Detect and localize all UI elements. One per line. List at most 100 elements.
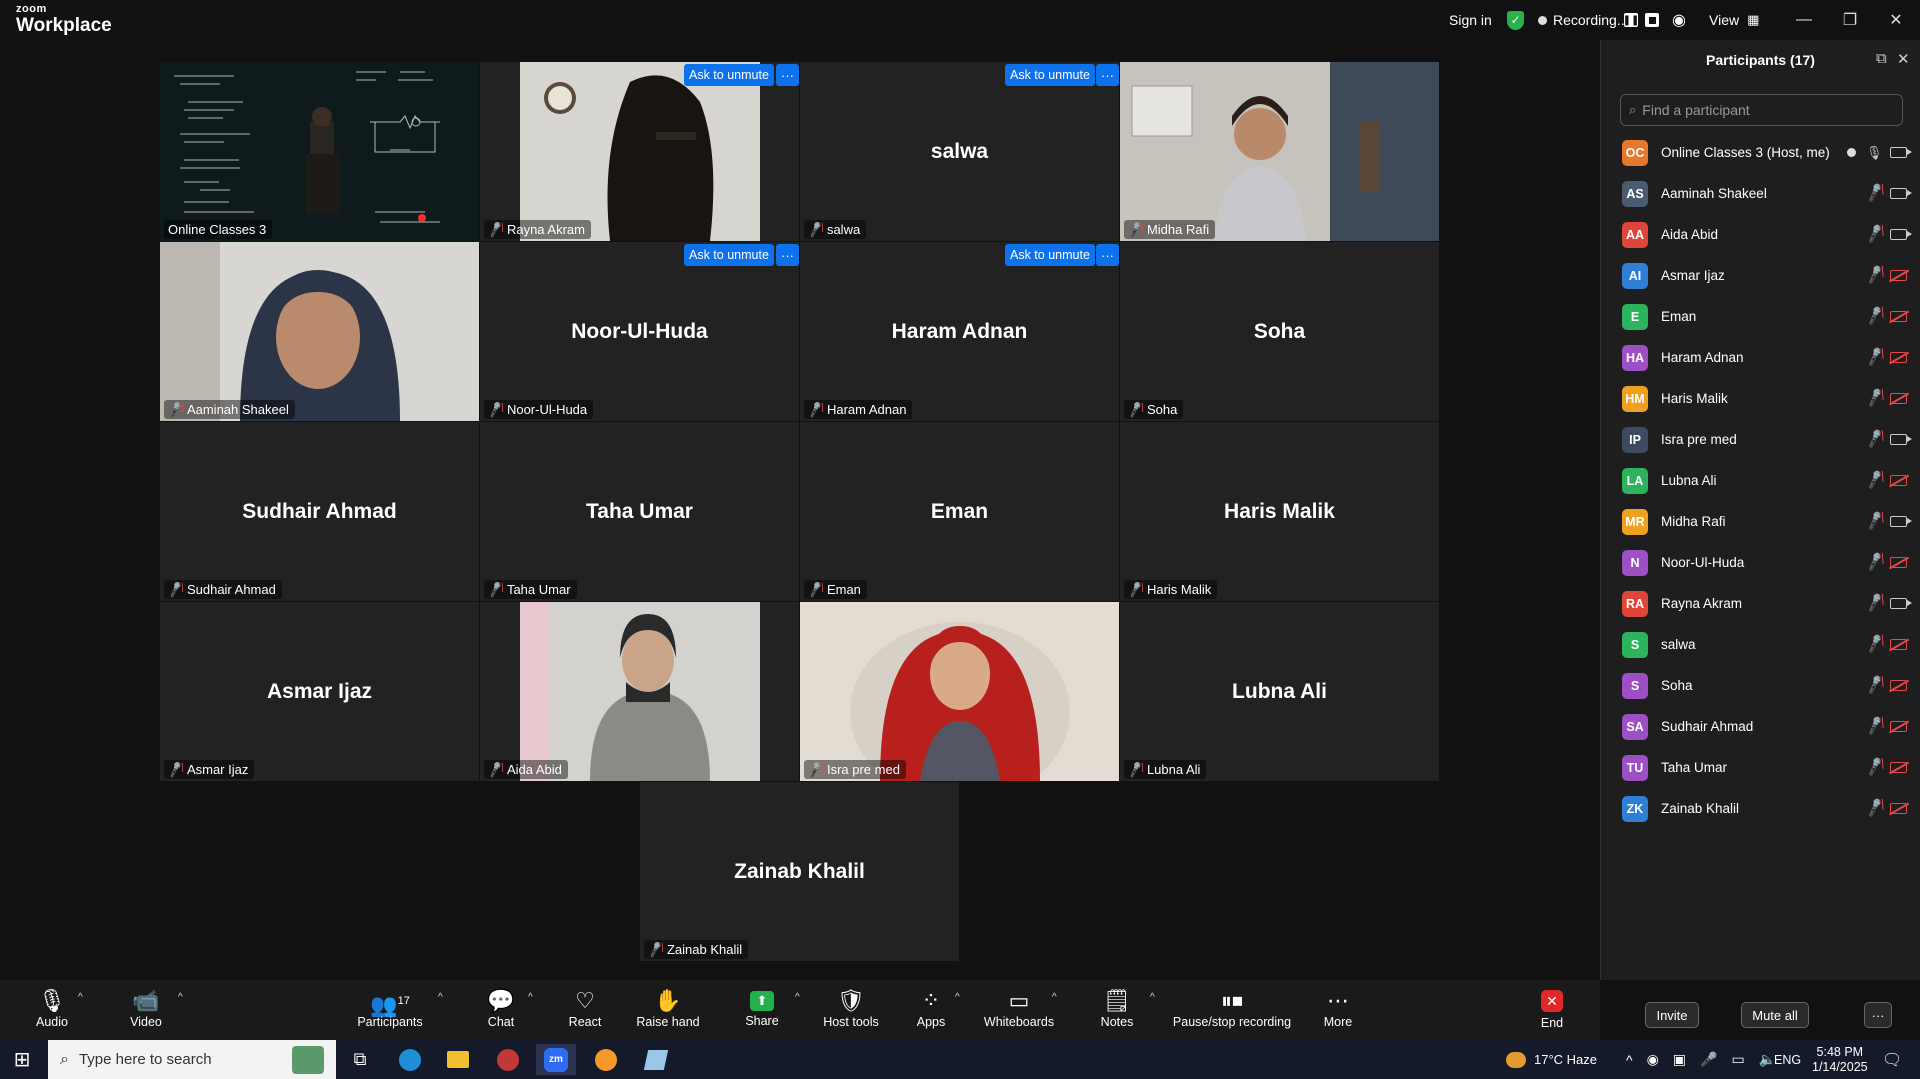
participant-row[interactable]: IP Isra pre med 🎤̸ (1601, 419, 1920, 460)
mic-muted-icon[interactable]: 🎤̸ (1864, 551, 1886, 573)
tile-more-button[interactable]: ··· (1096, 64, 1119, 86)
video-options-caret-icon[interactable]: ^ (178, 992, 183, 1003)
video-tile-isra-pre-med[interactable]: 🎤̸ Isra pre med (800, 602, 1119, 781)
video-tile-zainab-khalil[interactable]: Zainab Khalil 🎤̸ Zainab Khalil (640, 782, 959, 961)
network-icon[interactable]: ▭ (1731, 1051, 1744, 1068)
app-icon[interactable] (488, 1044, 528, 1075)
video-tile-taha-umar[interactable]: Taha Umar 🎤̸ Taha Umar (480, 422, 799, 601)
tray-camera-icon[interactable]: ▣ (1673, 1051, 1686, 1068)
language-indicator[interactable]: ENG (1774, 1040, 1801, 1079)
chat-button[interactable]: 💬 Chat (484, 980, 518, 1040)
video-tile-noor-ul-huda[interactable]: Noor-Ul-Huda 🎤̸ Noor-Ul-Huda Ask to unmu… (480, 242, 799, 421)
participant-row[interactable]: Ssalwa 🎤̸ (1601, 624, 1920, 665)
participant-row[interactable]: E Eman 🎤̸ (1601, 296, 1920, 337)
weather-widget[interactable]: 17°C Haze (1506, 1040, 1597, 1079)
ask-to-unmute-button[interactable]: Ask to unmute (684, 64, 774, 86)
mic-muted-icon[interactable]: 🎤̸ (1864, 223, 1886, 245)
video-on-icon[interactable] (1890, 147, 1912, 158)
participant-row[interactable]: AS Aaminah Shakeel 🎤̸ (1601, 173, 1920, 214)
video-off-icon[interactable] (1890, 680, 1907, 691)
mic-muted-icon[interactable]: 🎤̸ (1864, 715, 1886, 737)
video-tile-midha-rafi[interactable]: 🎤̸ Midha Rafi (1120, 62, 1439, 241)
mic-muted-icon[interactable]: 🎤̸ (1864, 428, 1886, 450)
video-on-icon[interactable] (1890, 229, 1912, 240)
chat-options-caret-icon[interactable]: ^ (528, 992, 533, 1003)
react-button[interactable]: ♡ React (566, 980, 604, 1040)
participant-row[interactable]: AA Aida Abid 🎤̸ (1601, 214, 1920, 255)
participants-options-caret-icon[interactable]: ^ (438, 992, 443, 1003)
mic-muted-icon[interactable]: 🎤̸ (1864, 346, 1886, 368)
notes-options-caret-icon[interactable]: ^ (1150, 992, 1155, 1003)
sign-in-link[interactable]: Sign in (1449, 0, 1492, 40)
document-app-icon[interactable] (636, 1044, 676, 1075)
tile-more-button[interactable]: ··· (776, 244, 799, 266)
video-tile-lubna-ali[interactable]: Lubna Ali 🎤̸ Lubna Ali (1120, 602, 1439, 781)
participant-row[interactable]: LA Lubna Ali 🎤̸ (1601, 460, 1920, 501)
mic-muted-icon[interactable]: 🎤̸ (1864, 633, 1886, 655)
mic-muted-icon[interactable]: 🎤̸ (1864, 510, 1886, 532)
taskbar-search-input[interactable]: ⌕ Type here to search (48, 1040, 336, 1079)
mic-muted-icon[interactable]: 🎤̸ (1864, 674, 1886, 696)
participant-search-input[interactable]: ⌕ Find a participant (1620, 94, 1903, 126)
ask-to-unmute-button[interactable]: Ask to unmute (1005, 244, 1095, 266)
tray-mic-icon[interactable]: 🎤 (1700, 1051, 1717, 1068)
pop-out-icon[interactable]: ⧉ (1876, 50, 1887, 67)
video-on-icon[interactable] (1890, 434, 1912, 445)
video-tile-rayna-akram[interactable]: 🎤̸ Rayna Akram Ask to unmute ··· (480, 62, 799, 241)
more-button[interactable]: ⋯ More (1318, 980, 1358, 1040)
ask-to-unmute-button[interactable]: Ask to unmute (684, 244, 774, 266)
raise-hand-button[interactable]: ✋ Raise hand (636, 980, 700, 1040)
minimize-icon[interactable]: — (1781, 0, 1827, 40)
participant-row[interactable]: AI Asmar Ijaz 🎤̸ (1601, 255, 1920, 296)
mic-muted-icon[interactable]: 🎤̸ (1864, 469, 1886, 491)
mic-on-icon[interactable]: 🎙 (1866, 145, 1883, 161)
mic-muted-icon[interactable]: 🎤̸ (1864, 797, 1886, 819)
whiteboards-options-caret-icon[interactable]: ^ (1052, 992, 1057, 1003)
audio-options-caret-icon[interactable]: ^ (78, 992, 83, 1003)
video-button[interactable]: 📹 Video (124, 980, 168, 1040)
video-off-icon[interactable] (1890, 557, 1907, 568)
participant-row[interactable]: ZK Zainab Khalil 🎤̸ (1601, 788, 1920, 829)
participant-row[interactable]: HA Haram Adnan 🎤̸ (1601, 337, 1920, 378)
close-panel-icon[interactable]: ✕ (1897, 50, 1910, 68)
recording-indicator-icon[interactable]: ◉ (1672, 0, 1686, 40)
panel-more-button[interactable]: ··· (1864, 1002, 1892, 1028)
mic-muted-icon[interactable]: 🎤̸ (1864, 756, 1886, 778)
video-on-icon[interactable] (1890, 516, 1912, 527)
participant-row[interactable]: TU Taha Umar 🎤̸ (1601, 747, 1920, 788)
file-explorer-icon[interactable] (438, 1044, 478, 1075)
clock[interactable]: 5:48 PM 1/14/2025 (1812, 1040, 1868, 1079)
participant-row[interactable]: OC Online Classes 3 (Host, me) 🎙 (1601, 132, 1920, 173)
end-meeting-button[interactable]: ✕ End (1538, 980, 1566, 1040)
edge-browser-icon[interactable] (390, 1044, 430, 1075)
encryption-shield-icon[interactable]: ✓ (1507, 0, 1524, 40)
windows-start-icon[interactable]: ⊞ (2, 1044, 42, 1075)
tile-more-button[interactable]: ··· (1096, 244, 1119, 266)
host-tools-button[interactable]: 🛡 Host tools (822, 980, 880, 1040)
video-tile-salwa[interactable]: salwa 🎤̸ salwa Ask to unmute ··· (800, 62, 1119, 241)
apps-button[interactable]: ⁘ Apps (914, 980, 948, 1040)
share-button[interactable]: ⬆ Share (745, 980, 779, 1040)
video-tile-haris-malik[interactable]: Haris Malik 🎤̸ Haris Malik (1120, 422, 1439, 601)
chevron-up-icon[interactable]: ^ (1626, 1052, 1633, 1068)
participant-row[interactable]: HM Haris Malik 🎤̸ (1601, 378, 1920, 419)
task-view-icon[interactable]: ⧉ (340, 1044, 380, 1075)
participant-row[interactable]: RA Rayna Akram 🎤̸ (1601, 583, 1920, 624)
video-off-icon[interactable] (1890, 475, 1907, 486)
view-button[interactable]: View ▦ (1709, 0, 1759, 40)
tile-more-button[interactable]: ··· (776, 64, 799, 86)
video-off-icon[interactable] (1890, 311, 1907, 322)
video-on-icon[interactable] (1890, 598, 1912, 609)
mic-muted-icon[interactable]: 🎤̸ (1864, 182, 1886, 204)
video-off-icon[interactable] (1890, 762, 1907, 773)
video-off-icon[interactable] (1890, 352, 1907, 363)
video-off-icon[interactable] (1890, 721, 1907, 732)
invite-button[interactable]: Invite (1645, 1002, 1699, 1028)
browser-icon[interactable] (586, 1044, 626, 1075)
video-tile-soha[interactable]: Soha 🎤̸ Soha (1120, 242, 1439, 421)
mute-all-button[interactable]: Mute all (1741, 1002, 1809, 1028)
pause-recording-button[interactable]: ❚❚ (1623, 0, 1639, 40)
mic-muted-icon[interactable]: 🎤̸ (1864, 387, 1886, 409)
video-on-icon[interactable] (1890, 188, 1912, 199)
video-off-icon[interactable] (1890, 639, 1907, 650)
